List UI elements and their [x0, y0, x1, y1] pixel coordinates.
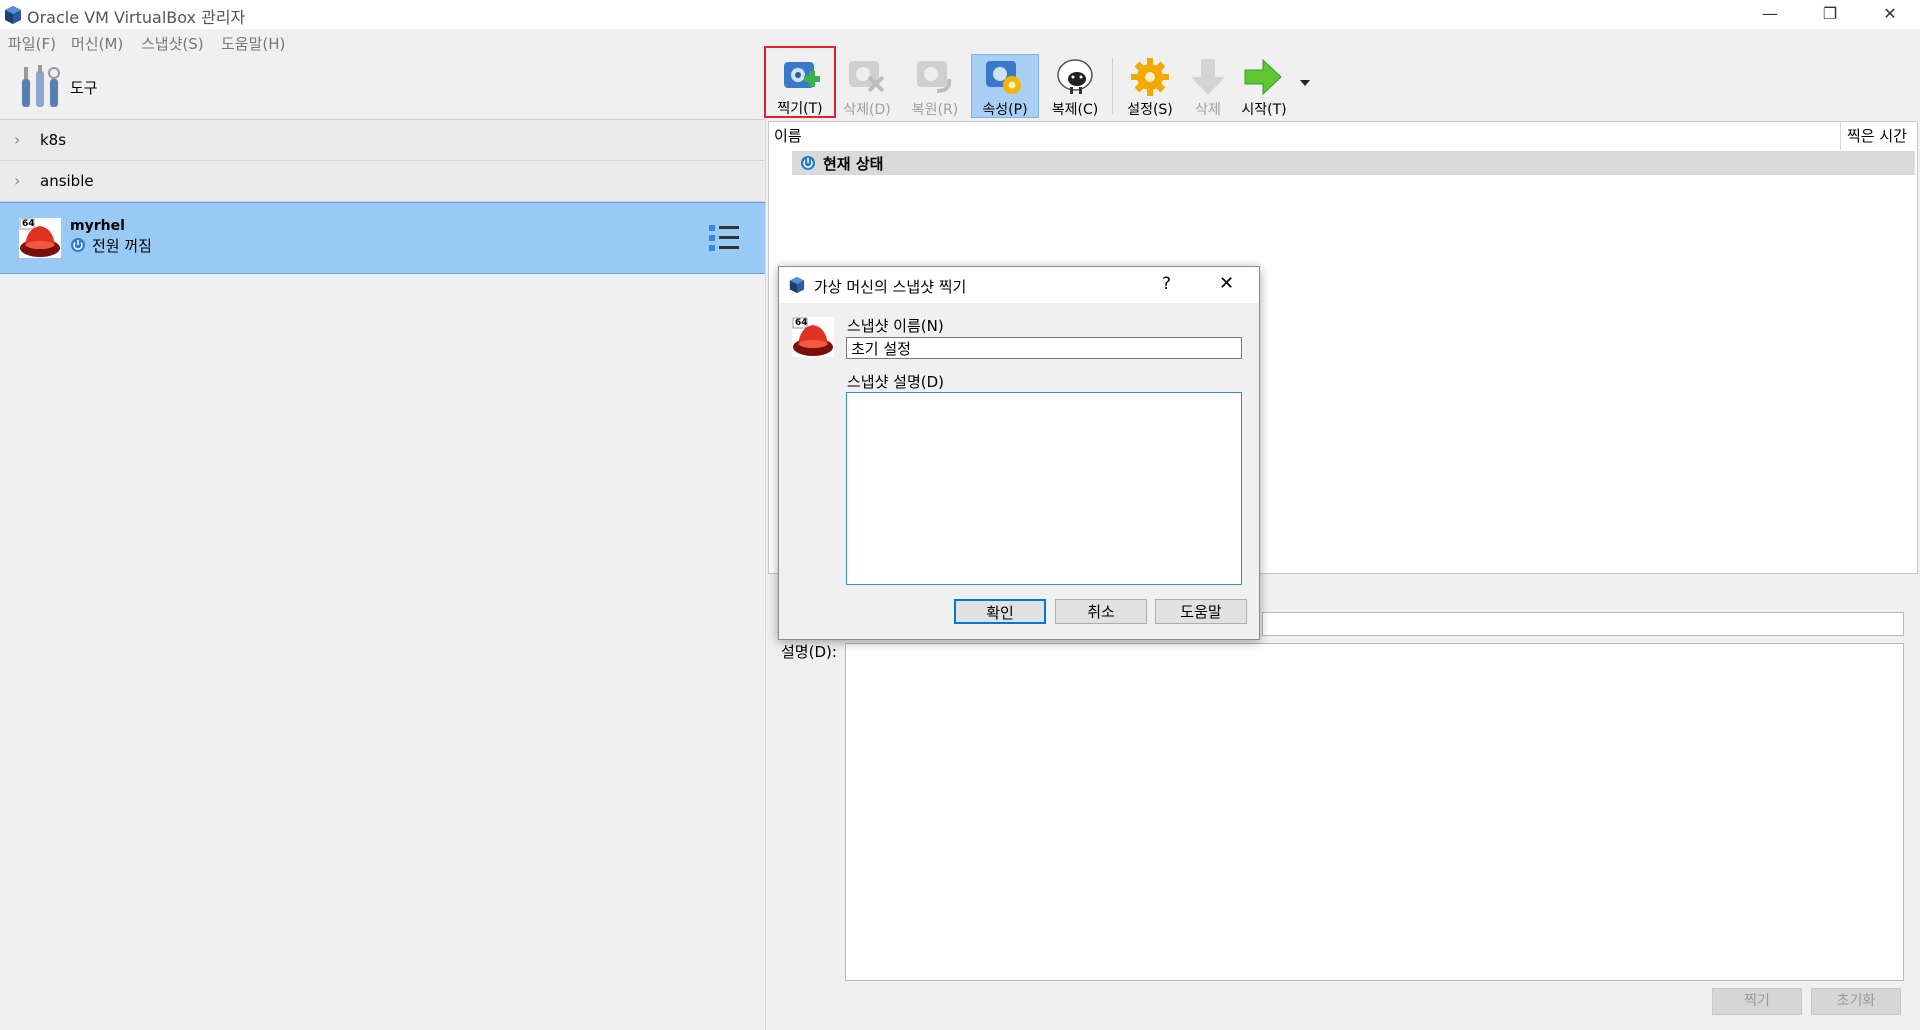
details-take-button[interactable]: 찍기 [1712, 988, 1802, 1015]
discard-button[interactable]: 삭제 [1188, 47, 1228, 118]
group-ansible[interactable]: › ansible [0, 161, 765, 202]
group-k8s[interactable]: › k8s [0, 120, 765, 161]
settings-label: 설정(S) [1127, 102, 1173, 118]
pane-separator[interactable] [765, 53, 766, 1030]
details-name-field[interactable] [1262, 612, 1904, 636]
column-header-taken-time[interactable]: 찍은 시간 [1847, 125, 1907, 146]
delete-snapshot-icon [849, 61, 885, 93]
vm-state: 전원 꺼짐 [92, 237, 152, 255]
take-snapshot-label: 찍기(T) [777, 101, 823, 117]
snapshot-properties-label: 속성(P) [982, 102, 1028, 118]
cancel-button[interactable]: 취소 [1055, 599, 1147, 624]
vm-list-item-myrhel[interactable]: 64 myrhel 전원 꺼짐 [0, 202, 765, 274]
clone-label: 복제(C) [1051, 102, 1099, 118]
power-off-icon [801, 156, 815, 170]
delete-snapshot-label: 삭제(D) [843, 102, 891, 118]
clone-button[interactable]: 복제(C) [1042, 47, 1108, 118]
toolbar-separator [1112, 58, 1113, 114]
restore-snapshot-icon [917, 61, 952, 93]
power-off-icon [71, 238, 85, 252]
take-snapshot-dialog: 가상 머신의 스냅샷 찍기 ? ✕ 64 스냅샷 이름(N) 스냅샷 설명(D)… [778, 266, 1260, 640]
restore-snapshot-label: 복원(R) [911, 102, 959, 118]
start-arrow-icon [1244, 58, 1282, 96]
snapshot-description-input[interactable] [846, 392, 1242, 585]
chevron-right-icon: › [14, 130, 21, 149]
menu-help[interactable]: 도움말(H) [221, 33, 285, 54]
close-button[interactable]: ✕ [1860, 0, 1920, 29]
tools-label: 도구 [70, 79, 98, 97]
window-title: Oracle VM VirtualBox 관리자 [27, 8, 246, 27]
settings-button[interactable]: 설정(S) [1119, 47, 1181, 118]
group-label: ansible [40, 172, 94, 190]
dialog-title: 가상 머신의 스냅샷 찍기 [814, 278, 967, 296]
restore-button[interactable]: ❐ [1800, 0, 1860, 29]
menu-bar: 파일(F) 머신(M) 스냅샷(S) 도움말(H) [0, 29, 765, 53]
virtualbox-logo-icon [5, 6, 21, 24]
restore-snapshot-button[interactable]: 복원(R) [903, 47, 967, 118]
details-reset-button[interactable]: 초기화 [1811, 988, 1901, 1015]
vm-details-menu-icon[interactable] [708, 224, 740, 252]
snapshot-row-label: 현재 상태 [823, 155, 884, 173]
dialog-help-button[interactable]: ? [1162, 274, 1171, 294]
chevron-right-icon: › [14, 171, 21, 190]
snapshot-name-input[interactable] [846, 337, 1242, 359]
take-snapshot-icon [784, 62, 820, 88]
menu-snapshot[interactable]: 스냅샷(S) [141, 33, 204, 54]
arch-badge: 64 [22, 219, 35, 229]
start-label: 시작(T) [1241, 102, 1287, 118]
tools-item[interactable]: 도구 [0, 53, 765, 120]
title-bar: Oracle VM VirtualBox 관리자 — ❐ ✕ [0, 0, 1920, 29]
column-header-name[interactable]: 이름 [774, 125, 802, 146]
help-button[interactable]: 도움말 [1155, 599, 1247, 624]
snapshot-name-label: 스냅샷 이름(N) [847, 317, 944, 335]
group-label: k8s [40, 131, 67, 149]
discard-label: 삭제 [1195, 102, 1221, 118]
snapshot-properties-button[interactable]: 속성(P) [971, 54, 1039, 118]
details-description-field[interactable] [845, 643, 1904, 981]
ok-button[interactable]: 확인 [954, 599, 1046, 624]
dialog-title-bar: 가상 머신의 스냅샷 찍기 ? ✕ [779, 267, 1259, 303]
vm-name: myrhel [70, 218, 125, 234]
clone-sheep-icon [1057, 59, 1093, 94]
tools-icon [22, 65, 60, 107]
virtualbox-logo-icon [789, 277, 805, 293]
arch-badge: 64 [795, 318, 808, 328]
snapshot-row-current-state[interactable]: 현재 상태 [792, 151, 1915, 175]
start-dropdown-arrow-icon[interactable] [1300, 80, 1310, 86]
details-description-label: 설명(D): [781, 643, 837, 661]
snapshot-properties-icon [986, 61, 1021, 94]
dialog-close-button[interactable]: ✕ [1219, 273, 1234, 294]
discard-arrow-icon [1191, 59, 1225, 95]
menu-machine[interactable]: 머신(M) [71, 33, 123, 54]
column-separator[interactable] [1840, 122, 1841, 150]
minimize-button[interactable]: — [1740, 0, 1800, 29]
delete-snapshot-button[interactable]: 삭제(D) [838, 47, 896, 118]
start-button[interactable]: 시작(T) [1236, 47, 1292, 118]
menu-file[interactable]: 파일(F) [8, 33, 56, 54]
settings-gear-icon [1131, 58, 1169, 96]
snapshot-description-label: 스냅샷 설명(D) [847, 373, 945, 391]
take-snapshot-button[interactable]: 찍기(T) [764, 46, 836, 118]
